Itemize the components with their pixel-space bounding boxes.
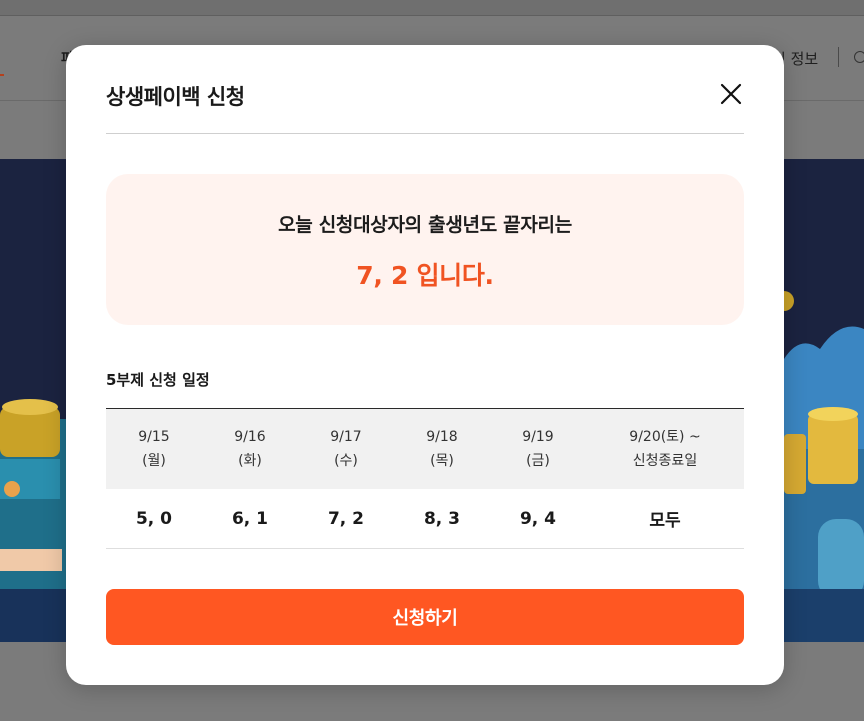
- schedule-date-row: 9/15 (월) 9/16 (화) 9/17 (수) 9/18 (목) 9/19…: [106, 409, 744, 489]
- schedule-date-cell: 9/16 (화): [202, 409, 298, 489]
- schedule-date-cell: 9/20(토) ~ 신청종료일: [586, 409, 744, 489]
- schedule-weekday: (월): [142, 453, 166, 469]
- background-accent-mark: [0, 74, 4, 76]
- schedule-date: 9/15: [138, 429, 170, 445]
- background-topbar: [0, 0, 864, 16]
- today-target-digits: 7, 2 입니다.: [356, 261, 494, 290]
- schedule-date: 9/17: [330, 429, 362, 445]
- schedule-digits-cell: 8, 3: [423, 508, 461, 529]
- background-header-divider: [838, 47, 839, 67]
- schedule-date: 9/20(토) ~: [629, 429, 701, 445]
- schedule-title: 5부제 신청 일정: [106, 371, 210, 389]
- modal-title: 상생페이백 신청: [106, 85, 245, 109]
- schedule-table: 9/15 (월) 9/16 (화) 9/17 (수) 9/18 (목) 9/19…: [106, 408, 744, 549]
- schedule-digits-cell: 모두: [649, 511, 681, 531]
- notice-box: 오늘 신청대상자의 출생년도 끝자리는 7, 2 입니다.: [106, 174, 744, 325]
- schedule-digits-cell: 5, 0: [135, 508, 173, 529]
- modal-divider: [106, 133, 744, 134]
- schedule-digits-cell: 6, 1: [231, 508, 269, 529]
- schedule-weekday: 신청종료일: [632, 453, 698, 469]
- background-header-icon: [854, 51, 864, 63]
- schedule-date: 9/19: [522, 429, 554, 445]
- schedule-date-cell: 9/15 (월): [106, 409, 202, 489]
- schedule-digits-cell: 9, 4: [519, 508, 557, 529]
- close-button[interactable]: [718, 81, 744, 107]
- apply-button[interactable]: 신청하기: [106, 589, 744, 645]
- schedule-date-cell: 9/17 (수): [298, 409, 394, 489]
- schedule-date-cell: 9/18 (목): [394, 409, 490, 489]
- notice-text: 오늘 신청대상자의 출생년도 끝자리는: [278, 214, 572, 236]
- close-icon: [720, 83, 742, 105]
- schedule-weekday: (금): [526, 453, 550, 469]
- schedule-weekday: (화): [238, 453, 262, 469]
- schedule-weekday: (수): [334, 453, 358, 469]
- schedule-date-cell: 9/19 (금): [490, 409, 586, 489]
- schedule-date: 9/16: [234, 429, 266, 445]
- schedule-digits-row: 5, 0 6, 1 7, 2 8, 3 9, 4 모두: [106, 489, 744, 549]
- payback-apply-modal: 상생페이백 신청 오늘 신청대상자의 출생년도 끝자리는 7, 2 입니다. 5…: [66, 45, 784, 685]
- schedule-weekday: (목): [430, 453, 454, 469]
- schedule-digits-cell: 7, 2: [327, 508, 365, 529]
- schedule-date: 9/18: [426, 429, 458, 445]
